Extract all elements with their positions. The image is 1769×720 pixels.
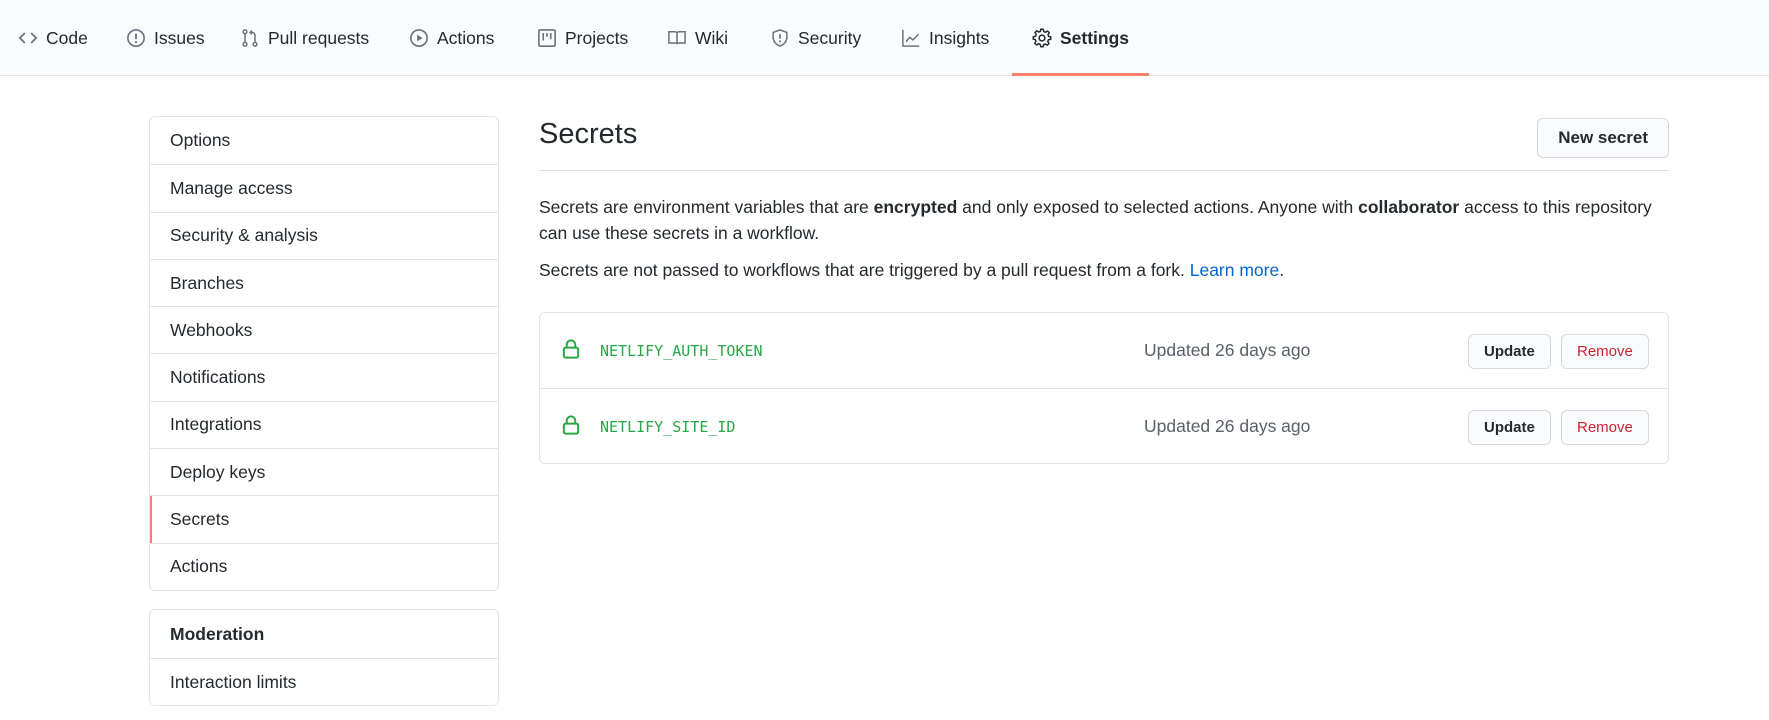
tab-issues[interactable]: Issues [126, 0, 205, 76]
remove-secret-button[interactable]: Remove [1561, 410, 1649, 445]
description-text: and only exposed to selected actions. An… [957, 197, 1359, 217]
sidebar-item-deploy-keys[interactable]: Deploy keys [150, 448, 498, 495]
tab-label: Projects [565, 27, 629, 48]
tab-actions[interactable]: Actions [409, 0, 494, 76]
tab-pull-requests[interactable]: Pull requests [240, 0, 369, 76]
sidebar-item-options[interactable]: Options [150, 117, 498, 164]
sidebar-item-manage-access[interactable]: Manage access [150, 164, 498, 211]
sidebar-item-branches[interactable]: Branches [150, 258, 498, 306]
secrets-list: NETLIFY_AUTH_TOKEN Updated 26 days ago U… [539, 312, 1669, 464]
tab-label: Actions [437, 27, 495, 48]
tab-label: Insights [929, 27, 990, 48]
sidebar-item-integrations[interactable]: Integrations [150, 400, 498, 448]
update-secret-button[interactable]: Update [1468, 410, 1551, 445]
fork-note: Secrets are not passed to workflows that… [539, 257, 1284, 283]
sidebar-item-webhooks[interactable]: Webhooks [150, 306, 498, 353]
tab-label: Settings [1060, 27, 1130, 48]
description-emphasis: collaborator [1358, 197, 1460, 217]
remove-secret-button[interactable]: Remove [1561, 334, 1649, 369]
tab-label: Wiki [695, 27, 729, 48]
project-icon [537, 28, 557, 48]
secret-name: NETLIFY_AUTH_TOKEN [600, 341, 763, 360]
repo-nav: Code Issues Pull requests Actions Projec… [0, 0, 1769, 76]
moderation-heading: Moderation [170, 623, 265, 644]
secret-updated-time: Updated 26 days ago [1144, 416, 1311, 436]
sidebar-item-interaction-limits[interactable]: Interaction limits [150, 658, 498, 705]
git-pull-request-icon [240, 28, 260, 48]
sidebar-item-security-analysis[interactable]: Security & analysis [150, 211, 498, 259]
description-text: Secrets are environment variables that a… [539, 197, 874, 217]
issue-opened-icon [126, 28, 146, 48]
moderation-sidebar: Moderation Interaction limits [149, 609, 499, 707]
tab-code[interactable]: Code [18, 0, 88, 76]
tab-security[interactable]: Security [770, 0, 861, 76]
book-icon [667, 28, 687, 48]
title-divider [539, 170, 1669, 171]
secret-row: NETLIFY_SITE_ID Updated 26 days ago Upda… [540, 388, 1668, 463]
tab-label: Issues [154, 27, 205, 48]
secret-name: NETLIFY_SITE_ID [600, 417, 736, 436]
settings-sidebar: Options Manage access Security & analysi… [149, 116, 499, 591]
tab-label: Pull requests [268, 27, 370, 48]
lock-icon [562, 415, 580, 435]
sidebar-item-secrets[interactable]: Secrets [150, 495, 498, 543]
tab-wiki[interactable]: Wiki [667, 0, 728, 76]
play-icon [409, 28, 429, 48]
tab-insights[interactable]: Insights [901, 0, 989, 76]
sidebar-item-notifications[interactable]: Notifications [150, 353, 498, 400]
code-icon [18, 28, 38, 48]
tab-label: Code [46, 27, 88, 48]
secrets-description: Secrets are environment variables that a… [539, 194, 1669, 246]
new-secret-button[interactable]: New secret [1537, 118, 1669, 158]
page-title: Secrets [539, 118, 638, 150]
gear-icon [1032, 28, 1052, 48]
shield-icon [770, 28, 790, 48]
tab-settings[interactable]: Settings [1011, 0, 1150, 76]
learn-more-link[interactable]: Learn more [1190, 260, 1280, 280]
lock-icon [562, 339, 580, 359]
fork-note-suffix: . [1279, 260, 1285, 280]
fork-note-text: Secrets are not passed to workflows that… [539, 260, 1190, 280]
update-secret-button[interactable]: Update [1468, 334, 1551, 369]
tab-label: Security [798, 27, 862, 48]
tab-projects[interactable]: Projects [537, 0, 628, 76]
secret-updated-time: Updated 26 days ago [1144, 340, 1311, 360]
sidebar-item-actions[interactable]: Actions [150, 542, 498, 590]
graph-icon [901, 28, 921, 48]
description-emphasis: encrypted [873, 197, 958, 217]
secret-row: NETLIFY_AUTH_TOKEN Updated 26 days ago U… [540, 313, 1668, 388]
